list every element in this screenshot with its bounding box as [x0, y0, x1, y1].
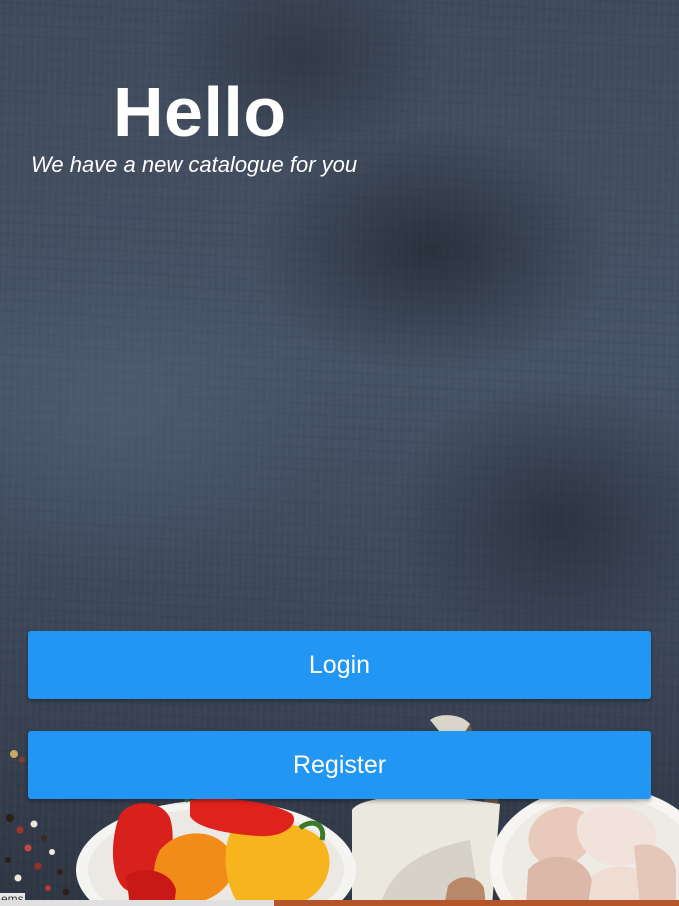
bottom-bar-accent — [274, 900, 679, 906]
login-button[interactable]: Login — [28, 631, 651, 699]
pepper-bowl — [76, 792, 356, 906]
garlic-bowl — [490, 786, 679, 906]
bottom-bar — [0, 900, 679, 906]
page-title: Hello — [113, 73, 287, 151]
splash-screen: Hello We have a new catalogue for you Lo… — [0, 0, 679, 906]
page-subtitle: We have a new catalogue for you — [31, 152, 358, 177]
register-button[interactable]: Register — [28, 731, 651, 799]
